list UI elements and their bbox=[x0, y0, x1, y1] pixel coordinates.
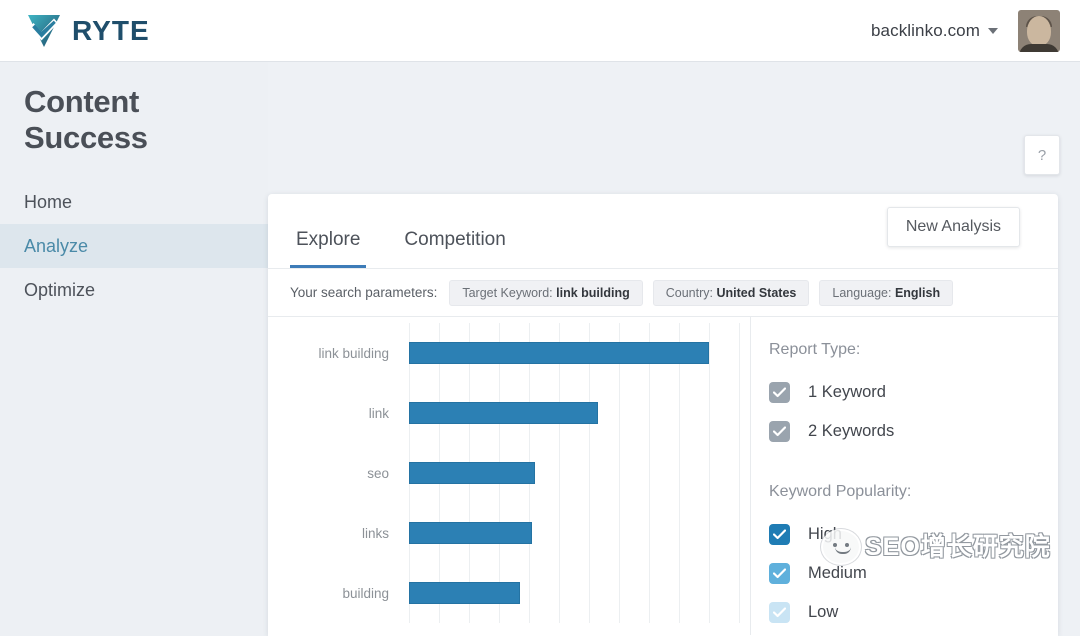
avatar-face bbox=[1027, 16, 1051, 47]
checkbox-row-low[interactable]: Low bbox=[769, 593, 1058, 632]
check-icon bbox=[773, 529, 786, 540]
chip-key: Language: bbox=[832, 285, 892, 300]
filter-pane: Report Type: 1 Keyword 2 Keywords Keywor… bbox=[751, 317, 1058, 635]
checkbox-label: Medium bbox=[808, 564, 867, 582]
tab-label: Explore bbox=[296, 229, 361, 250]
new-analysis-label: New Analysis bbox=[905, 218, 1001, 235]
checkbox-label: Low bbox=[808, 603, 839, 621]
chart-gridline bbox=[739, 323, 740, 623]
sidebar-item-label: Home bbox=[24, 191, 73, 212]
chip-key: Target Keyword: bbox=[462, 285, 553, 300]
search-parameters-bar: Your search parameters: Target Keyword: … bbox=[268, 269, 1058, 317]
chip-target-keyword[interactable]: Target Keyword: link building bbox=[449, 279, 643, 306]
chart-bar-row[interactable]: link bbox=[369, 383, 739, 443]
ryte-logo[interactable]: RYTE bbox=[24, 12, 150, 50]
chart-category-label: link building bbox=[318, 345, 389, 361]
chart-bar[interactable] bbox=[409, 462, 535, 484]
chart-bar-row[interactable]: building bbox=[342, 563, 739, 623]
checkbox-medium[interactable] bbox=[769, 563, 790, 584]
card-tabs: Explore Competition New Analysis bbox=[268, 194, 1058, 269]
sidebar-nav: Home Analyze Optimize bbox=[0, 180, 268, 312]
help-button[interactable]: ? bbox=[1024, 135, 1060, 175]
chart-bar[interactable] bbox=[409, 582, 520, 604]
chart-category-label: links bbox=[361, 525, 389, 541]
chip-value: link building bbox=[556, 285, 630, 300]
checkbox-row-1-keyword[interactable]: 1 Keyword bbox=[769, 373, 1058, 412]
chevron-down-icon[interactable] bbox=[988, 27, 998, 34]
checkbox-label: 2 Keywords bbox=[808, 422, 895, 440]
checkbox-label: High bbox=[808, 525, 842, 543]
new-analysis-button[interactable]: New Analysis bbox=[886, 207, 1020, 247]
tab-competition[interactable]: Competition bbox=[398, 229, 511, 268]
chart-bar-row[interactable]: seo bbox=[367, 443, 739, 503]
chart-bar[interactable] bbox=[409, 402, 598, 424]
chart-bar-row[interactable]: link building bbox=[318, 323, 739, 383]
checkbox-row-high[interactable]: High bbox=[769, 515, 1058, 554]
check-icon bbox=[773, 607, 786, 618]
chart-plot-area: link building link seo links building bbox=[318, 323, 740, 623]
chart-category-label: link bbox=[368, 405, 389, 421]
chart-category-label: seo bbox=[367, 465, 389, 481]
checkbox-low[interactable] bbox=[769, 602, 790, 623]
tab-label: Competition bbox=[404, 229, 506, 250]
chart-category-label: building bbox=[342, 585, 389, 601]
avatar[interactable] bbox=[1018, 9, 1060, 52]
top-bar: RYTE backlinko.com bbox=[0, 0, 1080, 62]
account-area: backlinko.com bbox=[871, 9, 1060, 52]
chart-bar[interactable] bbox=[409, 522, 532, 544]
app-root: RYTE backlinko.com Content Success Home … bbox=[0, 0, 1080, 636]
ryte-logo-text: RYTE bbox=[72, 14, 150, 46]
chip-language[interactable]: Language: English bbox=[819, 279, 954, 306]
diamond-check-icon bbox=[28, 14, 60, 47]
keyword-bar-chart: link building link seo links building bbox=[268, 317, 751, 635]
chip-value: English bbox=[894, 285, 941, 300]
checkbox-high[interactable] bbox=[769, 524, 790, 545]
sidebar-item-label: Analyze bbox=[24, 235, 89, 256]
checkbox-row-2-keywords[interactable]: 2 Keywords bbox=[769, 412, 1058, 451]
chart-bar-row[interactable]: links bbox=[362, 503, 739, 563]
keyword-chart-pane: link building link seo links building bbox=[268, 317, 751, 635]
analysis-card: Explore Competition New Analysis Your se… bbox=[268, 194, 1058, 636]
sidebar-item-home[interactable]: Home bbox=[0, 180, 268, 224]
check-icon bbox=[773, 387, 786, 398]
checkbox-label: 1 Keyword bbox=[808, 383, 886, 401]
chip-value: United States bbox=[716, 285, 797, 300]
chip-key: Country: bbox=[665, 285, 713, 300]
sidebar-item-label: Optimize bbox=[24, 279, 96, 300]
checkbox-2-keywords[interactable] bbox=[769, 421, 790, 442]
sidebar-item-optimize[interactable]: Optimize bbox=[0, 268, 268, 312]
sidebar-item-analyze[interactable]: Analyze bbox=[0, 224, 268, 268]
check-icon bbox=[773, 426, 786, 437]
keyword-popularity-title: Keyword Popularity: bbox=[769, 483, 912, 500]
checkbox-1-keyword[interactable] bbox=[769, 382, 790, 403]
page-title: Content Success bbox=[24, 84, 148, 155]
avatar-shoulders bbox=[1019, 43, 1059, 52]
search-parameters-label: Your search parameters: bbox=[290, 285, 438, 300]
account-name[interactable]: backlinko.com bbox=[871, 21, 980, 41]
checkbox-row-medium[interactable]: Medium bbox=[769, 554, 1058, 593]
check-icon bbox=[773, 568, 786, 579]
card-body: link building link seo links building Report… bbox=[268, 317, 1058, 635]
report-type-title: Report Type: bbox=[769, 341, 861, 358]
chart-bar[interactable] bbox=[409, 342, 709, 364]
tab-explore[interactable]: Explore bbox=[290, 229, 367, 268]
chip-country[interactable]: Country: United States bbox=[652, 279, 810, 306]
sidebar: Content Success Home Analyze Optimize bbox=[0, 62, 268, 636]
question-mark-icon: ? bbox=[1037, 146, 1047, 164]
